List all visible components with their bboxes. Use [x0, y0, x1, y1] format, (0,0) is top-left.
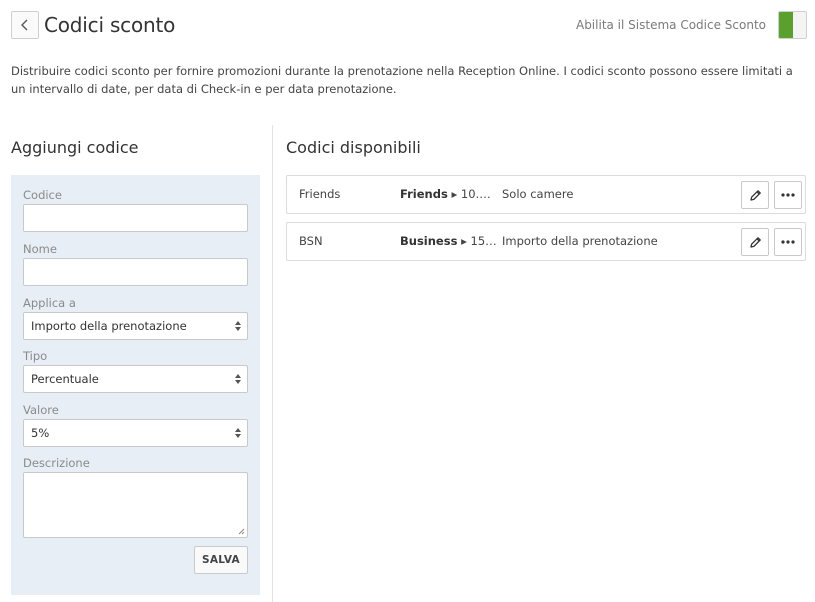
- available-codes-title: Codici disponibili: [286, 138, 421, 157]
- code-row: Friends Friends ▸ 10.00 % Solo camere: [286, 175, 806, 214]
- select-arrows-icon: [235, 374, 241, 384]
- resize-grip-icon[interactable]: [238, 528, 245, 535]
- more-horizontal-icon: [781, 240, 795, 244]
- back-button[interactable]: [11, 11, 39, 39]
- apply-to-label: Applica a: [23, 296, 76, 310]
- toggle-label: Abilita il Sistema Codice Sconto: [575, 18, 766, 32]
- code-row-code: Business: [400, 234, 458, 248]
- discount-system-toggle[interactable]: [778, 11, 807, 39]
- code-label: Codice: [23, 188, 62, 202]
- add-code-form: Codice Nome Applica a Importo della pren…: [11, 175, 260, 595]
- code-input[interactable]: [23, 204, 248, 232]
- edit-code-button[interactable]: [741, 228, 769, 256]
- intro-text: Distribuire codici sconto per fornire pr…: [11, 64, 793, 96]
- column-divider: [272, 125, 273, 602]
- toggle-knob: [779, 12, 793, 38]
- pencil-icon: [749, 236, 761, 248]
- description-label: Descrizione: [23, 456, 90, 470]
- type-label: Tipo: [23, 349, 48, 363]
- type-select[interactable]: Percentuale: [23, 365, 248, 393]
- value-select[interactable]: 5%: [23, 419, 248, 447]
- type-value: Percentuale: [31, 372, 99, 386]
- chevron-left-icon: [21, 19, 28, 31]
- value-value: 5%: [31, 426, 50, 440]
- code-row-amount: 15.00…: [470, 234, 497, 248]
- page-header: Codici sconto Abilita il Sistema Codice …: [11, 11, 807, 39]
- select-arrows-icon: [235, 321, 241, 331]
- edit-code-button[interactable]: [741, 181, 769, 209]
- more-horizontal-icon: [781, 193, 795, 197]
- code-row-summary: Friends ▸ 10.00 %: [400, 176, 497, 213]
- code-row: BSN Business ▸ 15.00… Importo della pren…: [286, 222, 806, 261]
- arrow-right-icon: ▸: [461, 234, 467, 248]
- description-textarea[interactable]: [23, 472, 248, 538]
- code-row-applies-to: Solo camere: [502, 187, 574, 201]
- name-input[interactable]: [23, 258, 248, 286]
- name-label: Nome: [23, 242, 57, 256]
- select-arrows-icon: [235, 428, 241, 438]
- code-row-summary: Business ▸ 15.00…: [400, 223, 497, 260]
- pencil-icon: [749, 189, 761, 201]
- code-row-code: Friends: [400, 187, 448, 201]
- more-options-button[interactable]: [774, 228, 802, 256]
- code-row-applies-to: Importo della prenotazione: [502, 234, 658, 248]
- apply-to-select[interactable]: Importo della prenotazione: [23, 312, 248, 340]
- arrow-right-icon: ▸: [451, 187, 458, 201]
- code-row-name: Friends: [299, 187, 341, 201]
- code-row-amount: 10.00 %: [460, 187, 497, 201]
- more-options-button[interactable]: [774, 181, 802, 209]
- add-code-title: Aggiungi codice: [11, 138, 139, 157]
- apply-to-value: Importo della prenotazione: [31, 319, 187, 333]
- value-label: Valore: [23, 403, 59, 417]
- page-title: Codici sconto: [44, 13, 176, 37]
- code-row-name: BSN: [299, 234, 323, 248]
- save-button[interactable]: SALVA: [194, 546, 248, 574]
